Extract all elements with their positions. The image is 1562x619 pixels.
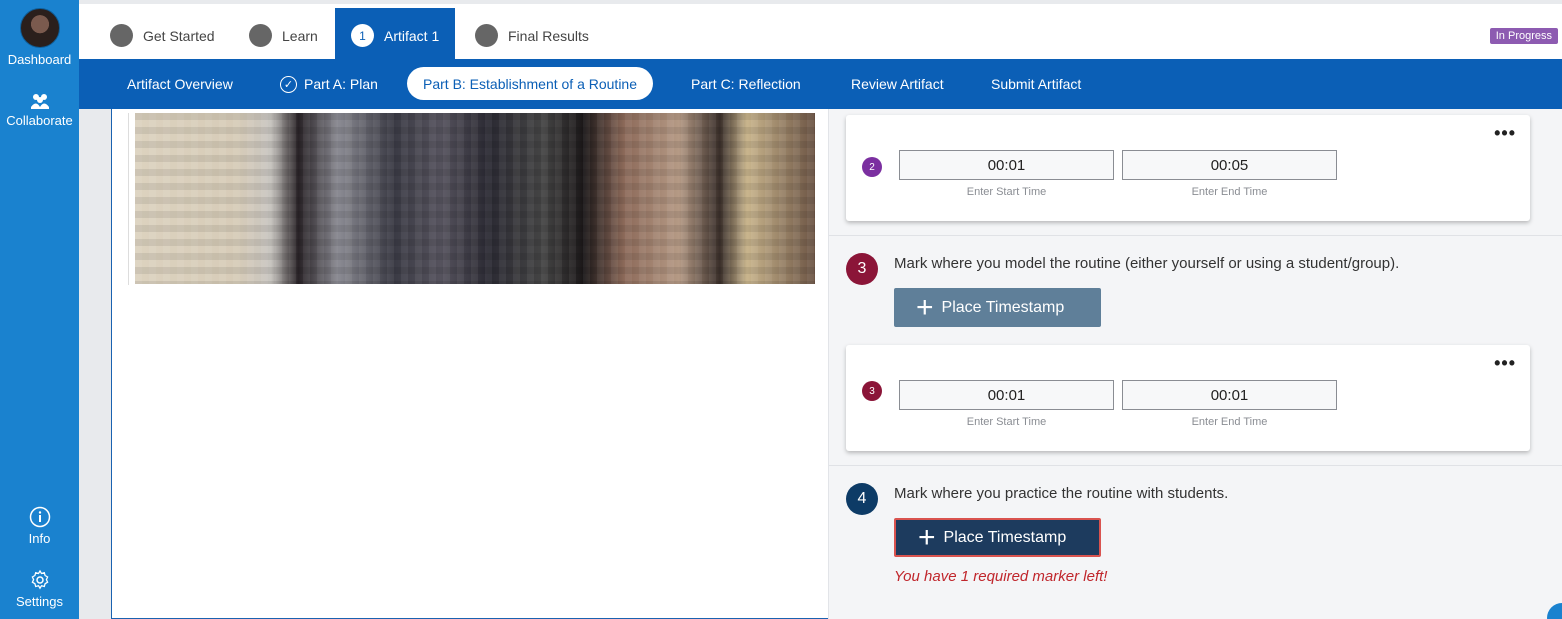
tab-label: Part A: Plan [304,76,378,92]
start-time-label: Enter Start Time [966,416,1047,428]
section-number: 3 [846,253,878,285]
step-dot-icon [475,24,498,47]
help-bubble[interactable] [1547,603,1562,619]
tab-review-artifact[interactable]: Review Artifact [851,59,944,109]
step-label: Learn [282,27,318,44]
divider [829,465,1562,466]
sidebar: Dashboard Collaborate Info Settings [0,0,79,619]
sidebar-item-label: Dashboard [7,52,72,67]
tab-label: Part B: Establishment of a Routine [423,75,637,92]
tab-label: Artifact Overview [127,76,233,92]
end-time-label: Enter End Time [1191,186,1268,198]
timestamp-panel: ••• 2 Enter Start Time Enter End Time 3 … [828,109,1562,619]
info-icon [29,506,50,528]
sidebar-item-dashboard[interactable]: Dashboard [0,8,79,67]
sidebar-item-label: Collaborate [6,113,73,128]
end-time-input[interactable] [1122,150,1337,180]
avatar [19,8,60,48]
step-label: Get Started [143,27,215,44]
divider [829,235,1562,236]
step-label: Artifact 1 [384,27,440,44]
tab-part-b-routine[interactable]: Part B: Establishment of a Routine [407,67,653,100]
plus-icon: + [918,520,936,554]
people-icon [30,94,49,109]
sidebar-item-settings[interactable]: Settings [0,569,79,609]
start-time-input[interactable] [899,150,1114,180]
marker-badge: 3 [862,381,882,401]
tab-artifact-overview[interactable]: Artifact Overview [127,59,233,109]
step-dot-icon [249,24,272,47]
step-number-badge: 1 [351,24,374,47]
step-learn[interactable]: Learn [249,8,318,63]
end-time-label: Enter End Time [1191,416,1268,428]
step-dot-icon [110,24,133,47]
tab-submit-artifact[interactable]: Submit Artifact [991,59,1081,109]
divider [128,113,129,285]
section-instruction: Mark where you practice the routine with… [894,485,1229,502]
tab-part-c-reflection[interactable]: Part C: Reflection [691,59,801,109]
end-time-input[interactable] [1122,380,1337,410]
tab-label: Part C: Reflection [691,76,801,92]
video-player[interactable] [135,113,815,284]
plus-icon: + [916,290,934,324]
button-label: Place Timestamp [943,528,1067,546]
section-instruction: Mark where you model the routine (either… [894,255,1400,272]
artifact-subnav: Artifact Overview ✓ Part A: Plan Part B:… [79,59,1562,109]
marker-badge: 2 [862,157,882,177]
tab-label: Review Artifact [851,76,944,92]
section-number: 4 [846,483,878,515]
tab-part-a-plan[interactable]: ✓ Part A: Plan [280,59,378,109]
place-timestamp-button[interactable]: + Place Timestamp [894,288,1101,327]
step-label: Final Results [508,27,589,44]
more-options-icon[interactable]: ••• [1494,353,1516,374]
sidebar-item-label: Settings [16,594,63,609]
required-marker-warning: You have 1 required marker left! [894,568,1108,585]
place-timestamp-button[interactable]: + Place Timestamp [894,518,1101,557]
sidebar-item-info[interactable]: Info [0,506,79,546]
sidebar-item-collaborate[interactable]: Collaborate [0,92,79,128]
button-label: Place Timestamp [941,298,1065,316]
status-badge: In Progress [1489,28,1558,44]
gear-icon [31,569,48,590]
check-circle-icon: ✓ [280,75,297,93]
start-time-label: Enter Start Time [966,186,1047,198]
sidebar-item-label: Info [28,531,51,546]
more-options-icon[interactable]: ••• [1494,123,1516,144]
timestamp-card: ••• 2 Enter Start Time Enter End Time [846,115,1530,221]
step-get-started[interactable]: Get Started [110,8,215,63]
tab-label: Submit Artifact [991,76,1082,92]
step-final-results[interactable]: Final Results [475,8,589,63]
start-time-input[interactable] [899,380,1114,410]
step-artifact-1[interactable]: 1 Artifact 1 [335,8,456,63]
progress-steps-bar: Get Started Learn 1 Artifact 1 Final Res… [79,0,1562,63]
artifact-content: ••• 2 Enter Start Time Enter End Time 3 … [111,109,1562,619]
timestamp-card: ••• 3 Enter Start Time Enter End Time [846,345,1530,451]
